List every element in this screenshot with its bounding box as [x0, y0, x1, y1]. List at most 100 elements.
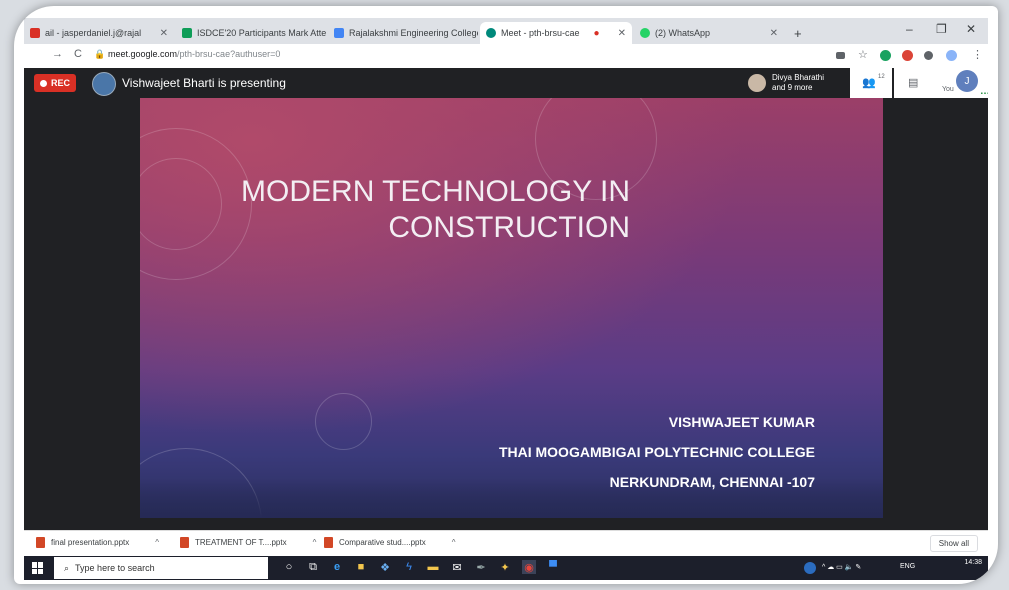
- download-name: TREATMENT OF T....pptx: [195, 538, 287, 547]
- chevron-up-icon[interactable]: ^: [452, 538, 456, 547]
- tab-label: (2) WhatsApp: [655, 28, 711, 38]
- search-placeholder: Type here to search: [75, 563, 155, 573]
- recording-dot-icon: ●: [593, 27, 600, 39]
- whatsapp-icon: [640, 28, 650, 38]
- slide-college: THAI MOOGAMBIGAI POLYTECHNIC COLLEGE: [498, 444, 815, 460]
- you-label: You: [942, 86, 954, 93]
- minimize-button[interactable]: –: [906, 22, 913, 36]
- extension-icon[interactable]: [880, 50, 891, 61]
- close-icon[interactable]: ✕: [156, 28, 168, 39]
- tab-gmail[interactable]: ail - jasperdaniel.j@rajal ✕: [24, 22, 174, 44]
- decor-circle: [315, 393, 372, 450]
- rec-badge: REC: [34, 74, 76, 92]
- you-avatar: J: [956, 70, 978, 92]
- search-icon: ⌕: [64, 562, 70, 573]
- download-item[interactable]: final presentation.pptx ^: [36, 537, 159, 548]
- powerpoint-icon: [180, 537, 189, 548]
- tab-label: ISDCE'20 Participants Mark Atte: [197, 28, 326, 38]
- participant-avatar: [748, 74, 766, 92]
- tab-college[interactable]: Rajalakshmi Engineering College ✕: [328, 22, 478, 44]
- new-tab-button[interactable]: +: [788, 22, 808, 44]
- chevron-up-icon[interactable]: ^: [155, 538, 159, 547]
- presentation-slide: MODERN TECHNOLOGY IN CONSTRUCTION VISHWA…: [140, 98, 883, 518]
- download-name: final presentation.pptx: [51, 538, 130, 547]
- close-icon[interactable]: ✕: [766, 28, 778, 39]
- gmail-icon: [30, 28, 40, 38]
- restore-button[interactable]: ❐: [936, 22, 947, 36]
- chat-icon: ▤: [908, 77, 919, 89]
- screenshot-frame: ail - jasperdaniel.j@rajal ✕ ISDCE'20 Pa…: [14, 6, 998, 584]
- more-icon[interactable]: …: [980, 86, 988, 97]
- avatar-icon[interactable]: [804, 562, 816, 574]
- meet-icon: [486, 28, 496, 38]
- chat-button[interactable]: ▤: [894, 68, 936, 98]
- app-icon[interactable]: ▀: [546, 560, 560, 574]
- dropbox-icon[interactable]: ❖: [378, 560, 392, 574]
- tab-meet[interactable]: Meet - pth-brsu-cae ● ✕: [480, 22, 632, 44]
- windows-taskbar: ⌕ Type here to search ○ ⧉ e ■ ❖ ϟ ▬ ✉ ✒ …: [24, 556, 988, 580]
- lock-icon: 🔒: [94, 49, 106, 59]
- folder-icon[interactable]: ▬: [426, 560, 440, 574]
- participants-summary[interactable]: Divya Bharathi and 9 more: [772, 73, 824, 93]
- language-indicator[interactable]: ENG: [900, 563, 915, 570]
- extension-icon[interactable]: [902, 50, 913, 61]
- forward-icon[interactable]: →: [52, 48, 63, 60]
- pen-icon[interactable]: ✒: [474, 560, 488, 574]
- profile-icon[interactable]: [946, 50, 957, 61]
- menu-icon[interactable]: ⋮: [972, 48, 983, 61]
- sheets-icon: [182, 28, 192, 38]
- download-item[interactable]: Comparative stud....pptx ^: [324, 537, 455, 548]
- clock[interactable]: 14:38: [964, 558, 982, 567]
- file-explorer-icon[interactable]: ■: [354, 560, 368, 574]
- presenter-avatar: [92, 72, 116, 96]
- screen: ail - jasperdaniel.j@rajal ✕ ISDCE'20 Pa…: [24, 18, 988, 580]
- star-icon[interactable]: ☆: [858, 48, 868, 61]
- close-icon[interactable]: ✕: [614, 28, 626, 39]
- chevron-up-icon[interactable]: ^: [313, 538, 317, 547]
- cortana-icon[interactable]: ○: [282, 560, 296, 574]
- reload-icon[interactable]: C: [74, 48, 82, 60]
- show-all-button[interactable]: Show all: [929, 535, 978, 552]
- record-icon: [39, 79, 47, 87]
- url-path: /pth-brsu-cae?authuser=0: [177, 49, 281, 59]
- url-field[interactable]: meet.google.com/pth-brsu-cae?authuser=0: [108, 49, 280, 59]
- edge-icon[interactable]: e: [330, 560, 344, 574]
- close-window-button[interactable]: ✕: [966, 22, 976, 36]
- people-count: 12: [878, 74, 885, 80]
- tab-whatsapp[interactable]: (2) WhatsApp ✕: [634, 22, 784, 44]
- tab-sheets[interactable]: ISDCE'20 Participants Mark Atte ✕: [176, 22, 326, 44]
- download-name: Comparative stud....pptx: [339, 538, 426, 547]
- extension-icon[interactable]: [924, 51, 933, 60]
- tab-label: Meet - pth-brsu-cae: [501, 28, 580, 38]
- slide-title-line1: MODERN TECHNOLOGY IN: [241, 175, 630, 208]
- slide-address: NERKUNDRAM, CHENNAI -107: [609, 474, 815, 490]
- download-bar: final presentation.pptx ^ TREATMENT OF T…: [24, 530, 988, 557]
- self-view[interactable]: J You …: [936, 68, 988, 98]
- powerpoint-icon: [324, 537, 333, 548]
- presenting-text: Vishwajeet Bharti is presenting: [122, 76, 286, 90]
- address-bar: → C 🔒 meet.google.com/pth-brsu-cae?authu…: [24, 44, 988, 69]
- site-icon: [334, 28, 344, 38]
- taskbar-search[interactable]: ⌕ Type here to search: [54, 557, 268, 579]
- chrome-icon[interactable]: ◉: [522, 560, 536, 574]
- participant-more: and 9 more: [772, 83, 813, 92]
- download-item[interactable]: TREATMENT OF T....pptx ^: [180, 537, 316, 548]
- people-button[interactable]: 👥 12: [850, 68, 892, 98]
- task-view-icon[interactable]: ⧉: [306, 560, 320, 574]
- powerpoint-icon: [36, 537, 45, 548]
- meet-top-bar: REC Vishwajeet Bharti is presenting Divy…: [24, 68, 988, 98]
- browser-tab-bar: ail - jasperdaniel.j@rajal ✕ ISDCE'20 Pa…: [24, 18, 988, 44]
- people-icon: 👥: [862, 77, 876, 89]
- tab-label: Rajalakshmi Engineering College: [349, 28, 478, 38]
- windows-start-icon[interactable]: [32, 562, 44, 574]
- slide-title-line2: CONSTRUCTION: [388, 211, 630, 244]
- clock-time: 14:38: [964, 559, 982, 566]
- tab-label: ail - jasperdaniel.j@rajal: [45, 28, 142, 38]
- app-icon[interactable]: ϟ: [402, 560, 416, 574]
- url-domain: meet.google.com: [108, 49, 178, 59]
- rec-label: REC: [50, 78, 70, 88]
- camera-icon[interactable]: [836, 52, 845, 59]
- paint-icon[interactable]: ✦: [498, 560, 512, 574]
- tray-icons[interactable]: ^ ☁ ▭ 🔈 ✎: [822, 563, 861, 571]
- mail-icon[interactable]: ✉: [450, 560, 464, 574]
